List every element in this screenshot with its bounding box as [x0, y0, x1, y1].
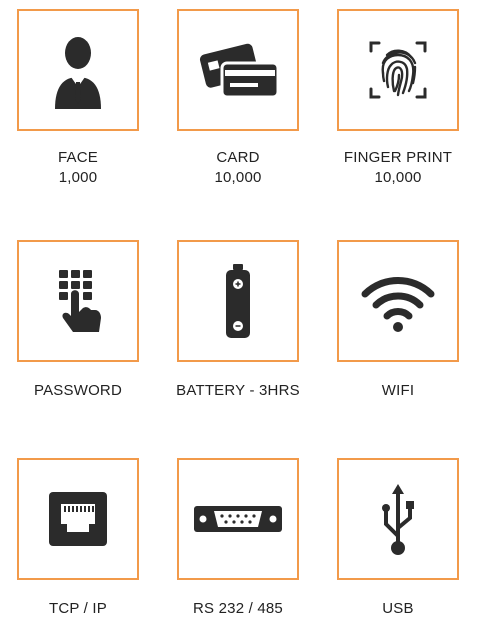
- usb-tile: [337, 458, 459, 580]
- card-tile: [177, 9, 299, 131]
- feature-label: RS 232 / 485: [193, 600, 283, 617]
- feature-label: USB: [382, 600, 414, 617]
- feature-caption-battery: BATTERY - 3HRS: [163, 381, 313, 401]
- face-tile: [17, 9, 139, 131]
- feature-label: FINGER PRINT: [343, 149, 453, 166]
- battery-icon: [226, 264, 250, 338]
- fingerprint-icon: [369, 41, 427, 99]
- wifi-icon: [361, 277, 435, 332]
- keypad-hand-icon: [59, 270, 101, 332]
- feature-caption-usb: USB: [323, 599, 473, 619]
- wifi-tile: [337, 240, 459, 362]
- feature-label: FACE: [58, 149, 98, 166]
- serial-port-icon: [194, 506, 282, 532]
- feature-label: CARD: [216, 149, 260, 166]
- ethernet-port-icon: [49, 492, 107, 546]
- feature-label: BATTERY - 3HRS: [176, 382, 300, 399]
- feature-caption-fingerprint: FINGER PRINT 10,000: [323, 148, 473, 188]
- feature-label: TCP / IP: [48, 600, 107, 617]
- businessman-icon: [55, 37, 101, 109]
- feature-caption-tcp-ip: TCP / IP: [3, 599, 153, 619]
- feature-caption-rs232: RS 232 / 485: [163, 599, 313, 619]
- feature-caption-wifi: WIFI: [323, 381, 473, 401]
- feature-caption-face: FACE 1,000: [3, 148, 153, 188]
- feature-value: 1,000: [58, 169, 98, 186]
- feature-value: 10,000: [214, 169, 262, 186]
- battery-tile: [177, 240, 299, 362]
- feature-caption-card: CARD 10,000: [163, 148, 313, 188]
- feature-caption-password: PASSWORD: [3, 381, 153, 401]
- feature-label: WIFI: [381, 382, 415, 399]
- feature-label: PASSWORD: [34, 382, 122, 399]
- password-tile: [17, 240, 139, 362]
- cards-icon: [199, 43, 280, 99]
- fingerprint-tile: [337, 9, 459, 131]
- usb-icon: [382, 484, 414, 555]
- rs232-tile: [177, 458, 299, 580]
- feature-value: 10,000: [374, 169, 422, 186]
- tcp-ip-tile: [17, 458, 139, 580]
